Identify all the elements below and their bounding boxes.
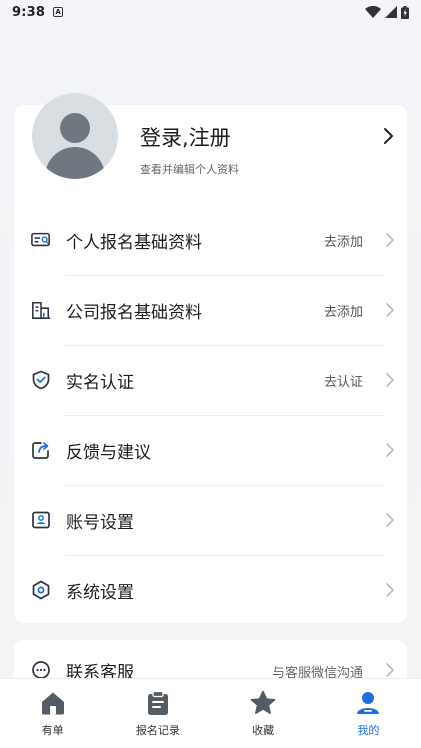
person-icon — [357, 692, 380, 714]
status-bar: 9:38 A — [0, 0, 421, 24]
menu-item-verification[interactable]: 实名认证 去认证 — [14, 345, 407, 415]
settings-hex-icon — [31, 580, 51, 600]
tab-label: 收藏 — [252, 724, 275, 737]
menu-label: 实名认证 — [66, 372, 134, 393]
menu-item-personal-info[interactable]: 个人报名基础资料 去添加 — [14, 205, 407, 275]
menu-label: 账号设置 — [66, 512, 134, 533]
star-icon — [250, 690, 276, 714]
tab-label: 我的 — [357, 724, 380, 737]
chat-bubble-icon — [31, 660, 51, 680]
clipboard-icon — [147, 690, 168, 715]
menu-item-account-settings[interactable]: 账号设置 — [14, 485, 407, 555]
login-subtitle: 查看并编辑个人资料 — [140, 163, 239, 176]
id-card-icon — [31, 230, 51, 250]
chevron-right-icon — [386, 303, 394, 317]
tab-label: 有单 — [41, 724, 64, 737]
menu-label: 公司报名基础资料 — [66, 302, 202, 323]
menu-label: 反馈与建议 — [66, 442, 151, 463]
shield-check-icon — [31, 370, 51, 390]
status-icons — [365, 5, 409, 19]
tab-label: 报名记录 — [135, 724, 180, 737]
menu-item-system-settings[interactable]: 系统设置 — [14, 555, 407, 625]
chevron-right-icon — [386, 583, 394, 597]
profile-card: 登录,注册 查看并编辑个人资料 个人报名基础资料 去添加 公司报名基础资料 去添… — [14, 93, 407, 625]
menu-item-company-info[interactable]: 公司报名基础资料 去添加 — [14, 275, 407, 345]
tab-home[interactable]: 有单 — [0, 679, 105, 748]
avatar-head — [60, 113, 90, 143]
share-edit-icon — [31, 440, 51, 460]
menu-list: 个人报名基础资料 去添加 公司报名基础资料 去添加 实名认证 去认证 反馈与建议… — [14, 205, 407, 625]
building-icon — [31, 300, 51, 320]
tab-records[interactable]: 报名记录 — [105, 679, 210, 748]
status-time: 9:38 — [12, 4, 46, 20]
chevron-right-icon — [386, 443, 394, 457]
menu-label: 系统设置 — [66, 582, 134, 603]
bottom-tab-bar: 有单 报名记录 收藏 我的 — [0, 678, 421, 748]
menu-label: 个人报名基础资料 — [66, 232, 202, 253]
chevron-right-icon — [386, 513, 394, 527]
user-badge-icon — [31, 510, 51, 530]
menu-value: 去认证 — [323, 374, 363, 390]
chevron-right-icon — [386, 233, 394, 247]
battery-icon — [401, 5, 409, 19]
tab-favorites[interactable]: 收藏 — [211, 679, 316, 748]
login-header[interactable]: 登录,注册 查看并编辑个人资料 — [14, 93, 407, 205]
tab-mine[interactable]: 我的 — [316, 679, 421, 748]
home-icon — [41, 692, 64, 715]
chevron-right-icon — [386, 663, 394, 677]
signal-icon — [385, 6, 397, 18]
wifi-icon — [365, 6, 381, 18]
chevron-right-icon[interactable] — [381, 127, 395, 145]
notification-icon: A — [53, 7, 64, 17]
avatar[interactable] — [32, 93, 118, 179]
login-title[interactable]: 登录,注册 — [140, 122, 231, 152]
menu-item-feedback[interactable]: 反馈与建议 — [14, 415, 407, 485]
avatar-body — [45, 147, 105, 179]
chevron-right-icon — [386, 373, 394, 387]
menu-value: 去添加 — [323, 304, 363, 320]
menu-value: 去添加 — [323, 234, 363, 250]
